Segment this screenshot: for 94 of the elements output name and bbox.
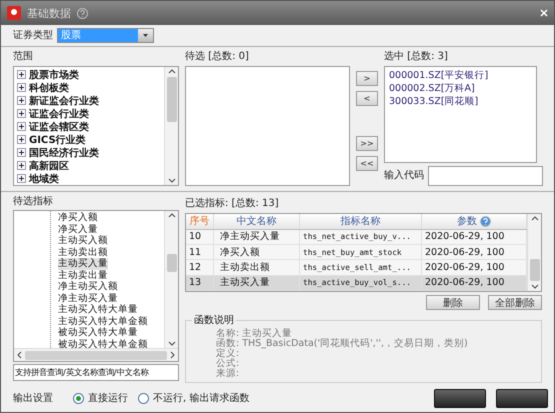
option-label[interactable]: 直接运行 — [88, 392, 128, 404]
transfer-button[interactable]: < — [356, 91, 378, 106]
tree-item[interactable]: 科创板类 — [17, 81, 161, 94]
scrollbar-thumb[interactable] — [530, 259, 540, 281]
transfer-button[interactable]: >> — [356, 136, 378, 151]
list-item[interactable]: 000001.SZ[平安银行] — [389, 69, 532, 82]
field-label: 证券类型 — [13, 30, 53, 42]
tree-item[interactable]: 净主动买入量 — [58, 292, 118, 304]
section-label: 范围 — [13, 51, 34, 63]
tree-item[interactable]: 净买入量 — [58, 224, 98, 235]
tree-item[interactable]: 主动买入额 — [58, 235, 108, 246]
expand-icon[interactable] — [17, 96, 26, 105]
scroll-up-icon[interactable] — [168, 69, 176, 74]
column-header[interactable]: 指标名称 — [300, 214, 422, 229]
table-cell: 净买入额 — [214, 245, 300, 260]
panel-title: 函数说明 — [193, 314, 235, 327]
dark-button[interactable] — [434, 389, 486, 408]
scroll-up-icon[interactable] — [168, 213, 176, 218]
table-cell: 12 — [186, 260, 214, 275]
scroll-down-icon[interactable] — [168, 341, 176, 346]
table-cell: 11 — [186, 245, 214, 260]
transfer-button[interactable]: > — [356, 71, 378, 86]
indicator-search-field[interactable]: 支持拼音查询/英文名称查询/中文名称 — [13, 364, 179, 381]
scrollbar-thumb[interactable] — [25, 350, 167, 360]
scroll-down-icon[interactable] — [530, 284, 538, 289]
table-cell: 主动买入量 — [214, 276, 300, 290]
table-cell: 10 — [186, 230, 214, 244]
action-button[interactable]: 全部删除 — [488, 295, 542, 310]
expand-icon[interactable] — [17, 174, 26, 183]
description-line: 来源: — [216, 369, 240, 379]
scrollbar-thumb[interactable] — [166, 254, 176, 272]
tree-item[interactable]: 净主动买入额 — [58, 281, 118, 292]
section-label: 选中 [总数: 3] — [384, 51, 449, 63]
caret-icon — [143, 34, 148, 37]
section-label: 待选指标 — [13, 196, 54, 208]
tree-item[interactable]: 高新园区 — [17, 159, 161, 172]
tree-item[interactable]: 被动买入特大单金额 — [58, 338, 148, 348]
action-button[interactable]: 删除 — [426, 295, 480, 310]
expand-icon[interactable] — [17, 109, 26, 118]
vertical-scrollbar[interactable] — [527, 214, 541, 291]
column-header[interactable]: 中文名称 — [214, 214, 300, 229]
candidates-list[interactable] — [185, 66, 350, 186]
help-icon[interactable] — [480, 216, 491, 227]
app-logo-icon — [7, 6, 21, 20]
expand-icon[interactable] — [17, 122, 26, 131]
code-input-field[interactable] — [428, 166, 543, 186]
list-item[interactable]: 000002.SZ[万科A] — [389, 82, 532, 95]
tree-item[interactable]: 地域类 — [17, 172, 161, 185]
tree-item[interactable]: 主动买入特大单金额 — [58, 316, 148, 327]
list-item[interactable]: 300033.SZ[同花顺] — [389, 95, 532, 108]
horizontal-scrollbar[interactable] — [14, 348, 178, 361]
scroll-down-icon[interactable] — [168, 178, 176, 183]
field-label: 输入代码 — [384, 170, 424, 182]
section-label: 已选指标: [总数: 13] — [185, 198, 280, 210]
description-line: 定义: — [216, 349, 240, 359]
scroll-up-icon[interactable] — [530, 216, 538, 221]
scroll-left-icon[interactable] — [17, 351, 22, 359]
expand-icon[interactable] — [17, 135, 26, 144]
tree-item[interactable]: GICS行业类 — [17, 133, 161, 146]
tree-item[interactable]: 证监会行业类 — [17, 107, 161, 120]
expand-icon[interactable] — [17, 148, 26, 157]
field-label: 输出设置 — [13, 392, 53, 404]
tree-item[interactable]: 净买入额 — [58, 212, 98, 224]
radio-button[interactable] — [73, 393, 84, 404]
table-cell: 主动卖出额 — [214, 260, 300, 275]
tree-item[interactable]: 国民经济行业类 — [17, 146, 161, 159]
tree-item[interactable]: 主动卖出额 — [58, 246, 108, 258]
tree-item[interactable]: 新证监会行业类 — [17, 94, 161, 107]
tree-item[interactable]: 证监会辖区类 — [17, 120, 161, 133]
radio-button[interactable] — [138, 393, 149, 404]
window-title: 基础数据 — [27, 6, 71, 20]
expand-icon[interactable] — [17, 161, 26, 170]
vertical-scrollbar[interactable] — [164, 67, 178, 185]
description-line: 公式: — [216, 359, 240, 369]
option-label[interactable]: 不运行, 输出请求函数 — [153, 392, 250, 404]
tree-item[interactable]: 主动买入特大单量 — [58, 304, 138, 316]
tree-item[interactable]: 主动买入量 — [58, 258, 108, 270]
tree-item[interactable]: 被动买入特大单量 — [58, 327, 138, 338]
help-icon[interactable] — [77, 8, 88, 18]
transfer-button[interactable]: << — [356, 156, 378, 171]
description-line: 函数: THS_BasicData('同花顺代码','',，交易日期，类别) — [216, 339, 469, 349]
expand-icon[interactable] — [17, 70, 26, 79]
section-label: 待选 [总数: 0] — [185, 51, 250, 63]
scrollbar-thumb[interactable] — [166, 77, 176, 122]
scroll-right-icon[interactable] — [170, 351, 175, 359]
dark-button[interactable] — [496, 389, 548, 408]
description-line: 名称: 主动买入量 — [216, 329, 292, 339]
table-cell: 净主动买入量 — [214, 230, 300, 244]
vertical-scrollbar[interactable] — [164, 211, 178, 348]
tree-item[interactable]: 股票市场类 — [17, 68, 161, 81]
tree-item[interactable]: 主动卖出量 — [58, 270, 108, 281]
table-cell: 13 — [186, 276, 214, 290]
close-icon[interactable] — [540, 9, 548, 17]
expand-icon[interactable] — [17, 83, 26, 92]
